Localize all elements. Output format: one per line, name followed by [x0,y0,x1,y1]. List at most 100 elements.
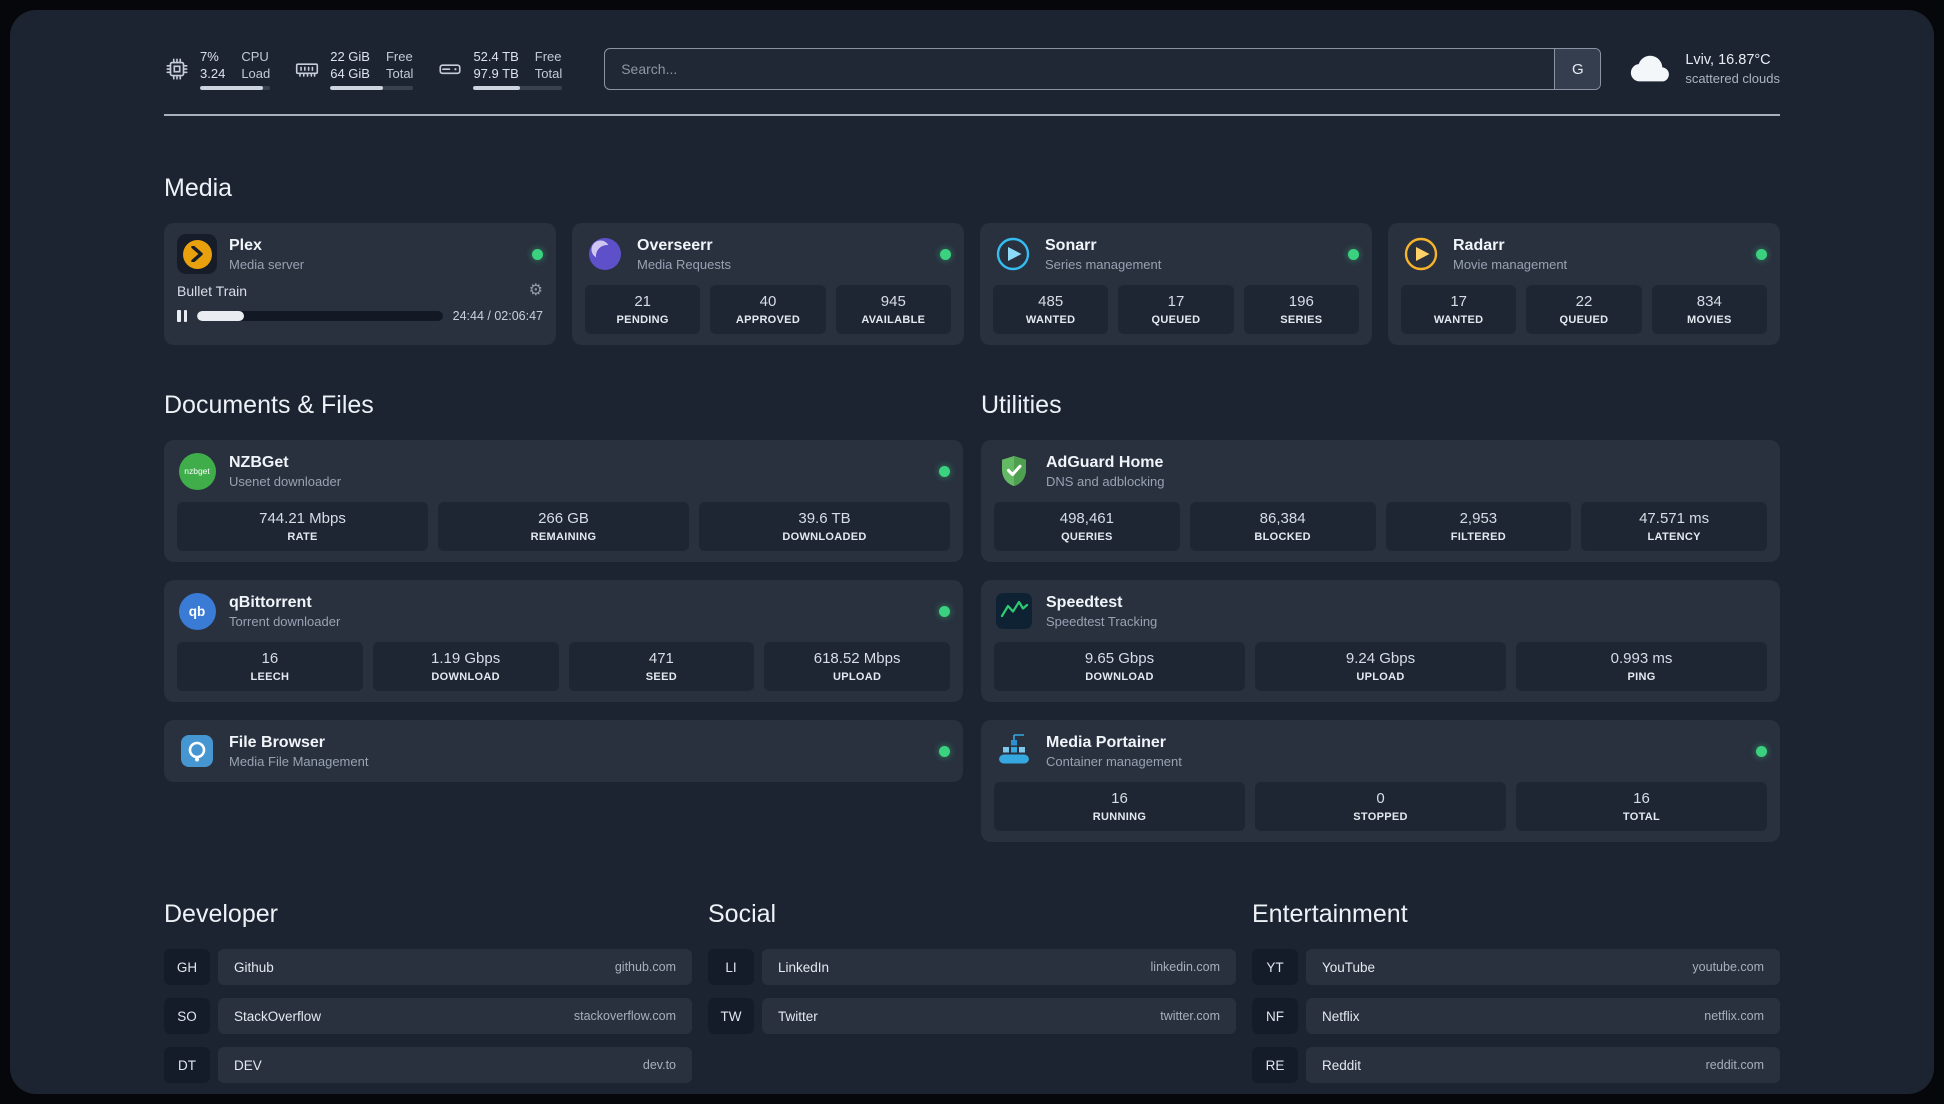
top-bar: 7% 3.24 CPU Load 22 GiB 64 GiB Free Tota… [164,10,1780,90]
section-media: Media Plex Media server Bullet Train ⚙ 2… [164,174,1780,345]
bookmark-reddit[interactable]: RE Reddit reddit.com [1252,1047,1780,1083]
bookmark-github[interactable]: GH Github github.com [164,949,692,985]
qbittorrent-card: qb qBittorrent Torrent downloader 16 LEE… [164,580,963,702]
stat-label: PING [1627,671,1656,683]
bookmark-name: Reddit [1322,1057,1362,1073]
stat-box: 22 QUEUED [1526,285,1642,334]
filebrowser-link[interactable]: File Browser Media File Management [177,731,950,771]
qbittorrent-link[interactable]: qb qBittorrent Torrent downloader [177,591,950,631]
stat-value: 196 [1288,293,1314,310]
stat-label: RUNNING [1092,811,1147,823]
bookmark-dev[interactable]: DT DEV dev.to [164,1047,692,1083]
section-title-entertainment: Entertainment [1252,900,1408,928]
stat-value: 86,384 [1259,510,1306,527]
cpu-meter [200,86,271,90]
service-name: Speedtest [1046,593,1123,611]
service-desc: Torrent downloader [229,613,341,629]
stat-value: 16 [1633,790,1650,807]
stat-value: 618.52 Mbps [813,650,901,667]
ram-icon [294,56,320,82]
service-name: Media Portainer [1046,733,1167,751]
stat-value: 834 [1696,293,1722,310]
bookmark-domain: youtube.com [1692,960,1764,974]
playback-progress-bar[interactable] [197,311,443,321]
stat-box: 17 QUEUED [1118,285,1234,334]
nzbget-link[interactable]: nzbget NZBGet Usenet downloader [177,451,950,491]
bookmark-domain: dev.to [642,1058,676,1072]
memory-free: 22 GiB [330,49,370,64]
bookmark-abbr: GH [164,949,210,985]
bookmark-youtube[interactable]: YT YouTube youtube.com [1252,949,1780,985]
bookmark-linkedin[interactable]: LI LinkedIn linkedin.com [708,949,1236,985]
stat-label: RATE [287,531,318,543]
stat-box: 16 TOTAL [1516,782,1767,831]
weather-widget: Lviv, 16.87°C scattered clouds [1627,50,1780,89]
gear-icon[interactable]: ⚙ [529,283,543,299]
pause-button[interactable] [177,310,187,322]
bookmark-group-developer: Developer GH Github github.com SO StackO… [164,900,692,1094]
disk-icon [437,56,463,82]
status-dot [1756,248,1767,260]
speedtest-link[interactable]: Speedtest Speedtest Tracking [994,591,1767,631]
bookmark-name: YouTube [1322,959,1376,975]
disk-meter [473,86,563,90]
now-playing-title: Bullet Train [177,283,248,299]
stat-value: 17 [1167,293,1185,310]
bookmark-twitter[interactable]: TW Twitter twitter.com [708,998,1236,1034]
section-documents: Documents & Files nzbget NZBGet Usenet d… [164,391,963,782]
memory-meter [330,86,414,90]
bookmark-domain: netflix.com [1704,1009,1764,1023]
cpu-label2: Load [241,66,271,81]
service-name: AdGuard Home [1046,453,1164,471]
stat-value: 0 [1376,790,1385,807]
cpu-label: CPU [241,49,269,64]
adguard-link[interactable]: AdGuard Home DNS and adblocking [994,451,1767,491]
stat-box: 9.65 Gbps DOWNLOAD [994,642,1245,691]
search-input[interactable] [604,48,1602,90]
cpu-widget: 7% 3.24 CPU Load [164,48,271,90]
bookmark-name: LinkedIn [778,959,830,975]
service-name: File Browser [229,733,326,751]
service-name: Radarr [1453,236,1505,254]
stat-label: APPROVED [735,314,801,326]
bookmark-domain: twitter.com [1160,1009,1220,1023]
disk-meter-fill [473,86,521,90]
service-desc: Media File Management [229,753,369,769]
stat-value: 9.65 Gbps [1084,650,1155,667]
stat-box: 39.6 TB DOWNLOADED [699,502,950,551]
adguard-card: AdGuard Home DNS and adblocking 498,461 … [981,440,1780,562]
sonarr-icon [993,234,1033,274]
status-dot [940,248,951,260]
memory-meter-fill [330,86,384,90]
qbittorrent-icon: qb [177,591,217,631]
stat-label: TOTAL [1622,811,1661,823]
overseerr-link[interactable]: Overseerr Media Requests [585,234,951,274]
stat-value: 9.24 Gbps [1345,650,1416,667]
bookmark-abbr: TW [708,998,754,1034]
bookmark-netflix[interactable]: NF Netflix netflix.com [1252,998,1780,1034]
stat-box: 47.571 ms LATENCY [1581,502,1767,551]
section-title-developer: Developer [164,900,278,928]
stat-value: 744.21 Mbps [259,510,346,527]
stat-value: 0.993 ms [1610,650,1673,667]
topbar-divider [164,114,1780,116]
stat-box: 40 APPROVED [710,285,826,334]
sonarr-link[interactable]: Sonarr Series management [993,234,1359,274]
bookmark-stackoverflow[interactable]: SO StackOverflow stackoverflow.com [164,998,692,1034]
service-desc: Media server [229,256,305,272]
disk-label: Free [534,49,562,64]
stat-label: DOWNLOAD [431,671,500,683]
stat-label: SEED [645,671,677,683]
plex-icon [177,234,217,274]
bookmark-name: Twitter [778,1008,818,1024]
stat-value: 17 [1450,293,1467,310]
stat-value: 498,461 [1059,510,1114,527]
radarr-link[interactable]: Radarr Movie management [1401,234,1767,274]
stat-label: BLOCKED [1254,531,1311,543]
stat-label: WANTED [1433,314,1484,326]
search-provider-button[interactable]: G [1554,49,1601,89]
portainer-link[interactable]: Media Portainer Container management [994,731,1767,771]
plex-card: Plex Media server Bullet Train ⚙ 24:44 /… [164,223,556,345]
stat-box: 834 MOVIES [1651,285,1767,334]
plex-link[interactable]: Plex Media server [177,234,543,274]
